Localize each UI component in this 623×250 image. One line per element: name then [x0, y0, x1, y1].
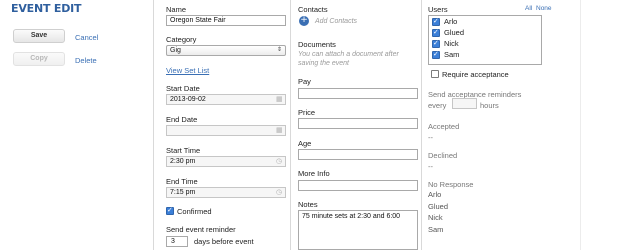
no-response-label: No Response	[428, 180, 474, 189]
documents-label: Documents	[298, 40, 336, 49]
users-label: Users	[428, 5, 448, 14]
every-label: every	[428, 101, 447, 110]
accepted-label: Accepted	[428, 122, 460, 131]
notes-label: Notes	[298, 200, 318, 209]
name-input[interactable]: Oregon State Fair	[166, 15, 286, 26]
end-time-label: End Time	[166, 177, 198, 186]
user-name: Glued	[444, 28, 465, 37]
user-name: Nick	[444, 39, 459, 48]
chevron-updown-icon: ⇕	[276, 47, 282, 53]
select-none-link[interactable]: None	[536, 5, 552, 12]
add-contact-icon[interactable]: +	[299, 16, 309, 26]
save-button[interactable]: Save	[13, 29, 65, 43]
end-date-input[interactable]: ▦	[166, 125, 286, 136]
reminder-suffix: days before event	[194, 237, 254, 246]
reminder-hours-input[interactable]	[452, 98, 477, 109]
user-checkbox[interactable]	[432, 28, 440, 37]
user-checkbox[interactable]	[432, 39, 440, 48]
list-item: Sam	[428, 224, 444, 234]
documents-hint: You can attach a document after	[298, 51, 399, 58]
more-info-input[interactable]	[298, 180, 418, 191]
start-time-label: Start Time	[166, 146, 201, 155]
reminder-days-input[interactable]: 3	[166, 236, 188, 247]
list-item: Glued	[428, 201, 449, 211]
calendar-icon[interactable]: ▦	[276, 96, 283, 103]
end-date-label: End Date	[166, 115, 198, 124]
pay-input[interactable]	[298, 88, 418, 99]
no-response-list: Arlo Glued Nick Sam	[428, 189, 448, 235]
start-date-label: Start Date	[166, 84, 200, 93]
clock-icon[interactable]: ◷	[276, 158, 283, 165]
view-set-list-link[interactable]: View Set List	[166, 66, 209, 75]
confirmed-checkbox[interactable]	[166, 206, 174, 215]
start-time-input[interactable]: 2:30 pm ◷	[166, 156, 286, 167]
page-title: EVENT EDIT	[11, 2, 82, 15]
category-label: Category	[166, 35, 197, 44]
reminder-label: Send event reminder	[166, 225, 236, 234]
copy-button[interactable]: Copy	[13, 52, 65, 66]
column-divider	[153, 0, 154, 250]
category-select[interactable]: Gig ⇕	[166, 45, 286, 56]
select-all-link[interactable]: All	[525, 5, 532, 12]
declined-label: Declined	[428, 151, 458, 160]
list-item: Arlo	[428, 190, 442, 199]
start-date-value: 2013-09-02	[170, 96, 206, 103]
user-name: Sam	[444, 50, 460, 59]
list-item: Nick	[428, 213, 443, 222]
contacts-label: Contacts	[298, 5, 328, 14]
column-divider	[580, 0, 581, 250]
user-checkbox[interactable]	[432, 17, 440, 26]
documents-hint: saving the event	[298, 60, 349, 67]
end-time-input[interactable]: 7:15 pm ◷	[166, 187, 286, 198]
age-label: Age	[298, 139, 312, 148]
hours-label: hours	[480, 101, 499, 110]
pay-label: Pay	[298, 77, 311, 86]
user-name: Arlo	[444, 17, 458, 26]
accepted-value: --	[428, 133, 433, 142]
price-label: Price	[298, 108, 316, 117]
user-checkbox[interactable]	[432, 50, 440, 59]
start-date-input[interactable]: 2013-09-02 ▦	[166, 94, 286, 105]
calendar-icon[interactable]: ▦	[276, 127, 283, 134]
users-list[interactable]: Arlo Glued Nick Sam	[428, 15, 542, 65]
cancel-link[interactable]: Cancel	[75, 33, 98, 42]
declined-value: --	[428, 162, 433, 171]
start-time-value: 2:30 pm	[170, 158, 196, 165]
require-acceptance-checkbox[interactable]	[431, 70, 439, 78]
require-acceptance-label: Require acceptance	[442, 70, 509, 79]
notes-textarea[interactable]: 75 minute sets at 2:30 and 6:00	[298, 210, 418, 250]
add-contacts-link[interactable]: Add Contacts	[315, 17, 357, 26]
confirmed-label: Confirmed	[177, 207, 212, 216]
age-input[interactable]	[298, 149, 418, 160]
column-divider	[421, 0, 422, 250]
more-info-label: More Info	[298, 169, 330, 178]
category-value: Gig	[170, 47, 181, 54]
delete-link[interactable]: Delete	[75, 56, 97, 65]
column-divider	[290, 0, 291, 250]
name-label: Name	[166, 5, 187, 14]
clock-icon[interactable]: ◷	[276, 189, 283, 196]
end-time-value: 7:15 pm	[170, 189, 196, 196]
price-input[interactable]	[298, 118, 418, 129]
